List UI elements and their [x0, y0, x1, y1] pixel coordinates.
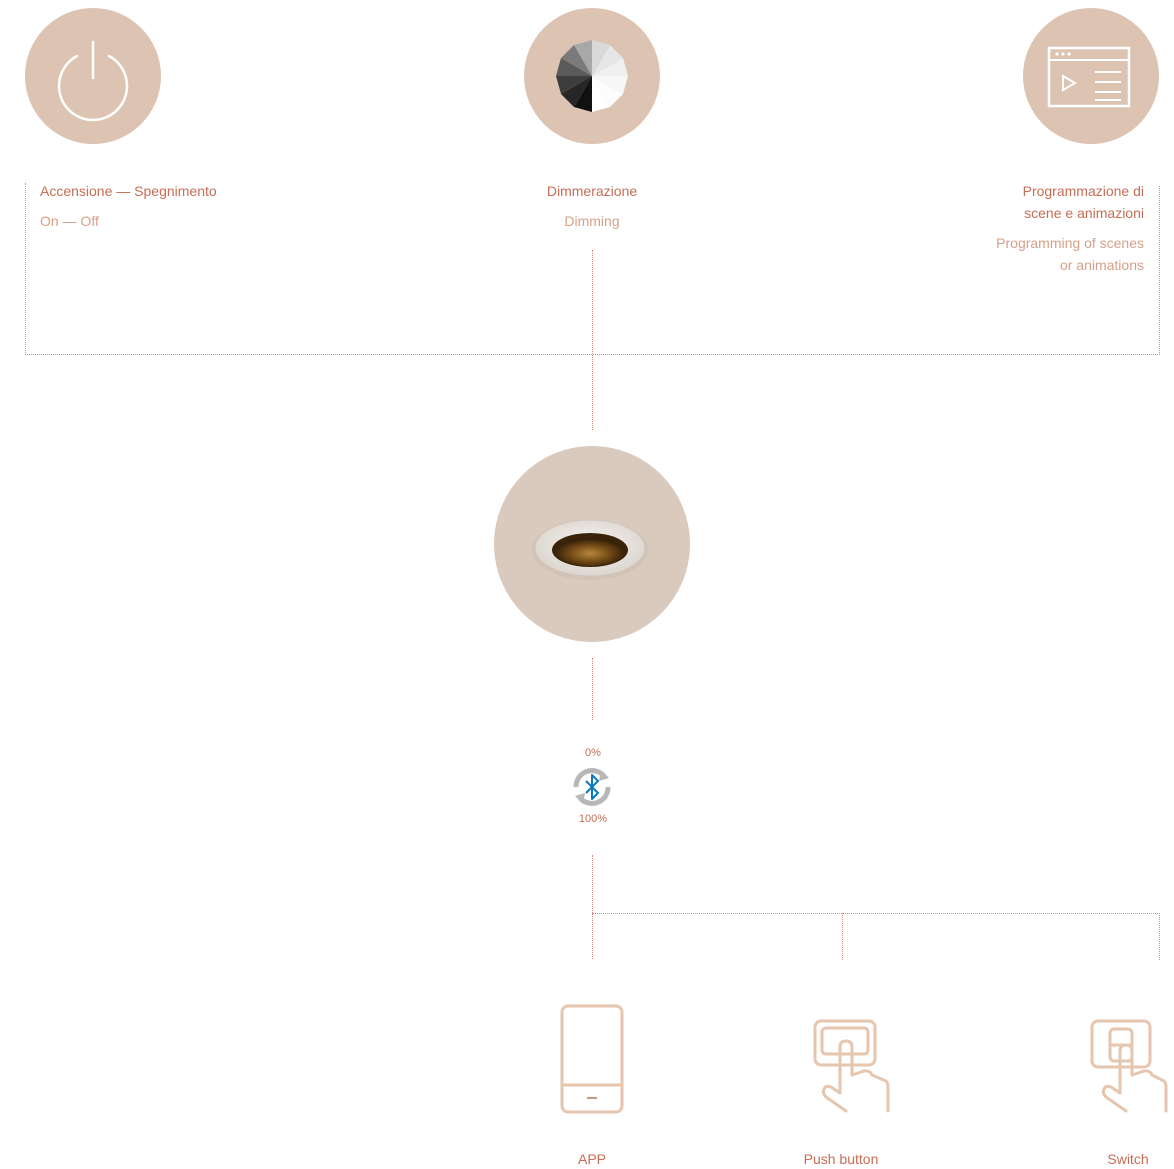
connector-push-button [842, 913, 843, 960]
connector-bluetooth-down [592, 855, 593, 959]
app-label: APP [577, 1151, 606, 1167]
function-programming: Programmazione di scene e animazioni Pro… [844, 180, 1144, 276]
on-off-title: Accensione — Spegnimento [40, 183, 217, 199]
on-off-subtitle: On — Off [40, 213, 99, 229]
dimming-subtitle: Dimming [564, 213, 620, 229]
connector-switch [1159, 913, 1160, 960]
programming-title-line-2: scene e animazioni [1024, 205, 1144, 221]
connector-right-vertical [1159, 186, 1160, 355]
programming-subtitle-line-2: or animations [1059, 257, 1144, 273]
product-circle [494, 446, 690, 642]
function-dimming: Dimmerazione Dimming [442, 180, 742, 232]
switch-icon [1090, 1019, 1168, 1113]
programming-circle [1023, 8, 1159, 144]
bluetooth-top-label: 0% [585, 747, 601, 759]
connector-bottom-horizontal [592, 913, 1160, 914]
power-icon [57, 40, 129, 122]
browser-play-icon [1047, 46, 1131, 108]
bluetooth-bottom-label: 100% [578, 813, 608, 825]
push-button-icon [813, 1019, 890, 1113]
connector-left-vertical [25, 183, 26, 355]
connector-product-to-bluetooth [592, 658, 593, 720]
function-on-off: Accensione — Spegnimento On — Off [40, 180, 340, 232]
connector-center-vertical [592, 250, 593, 430]
push-button-label: Push button [803, 1151, 879, 1167]
dimming-title: Dimmerazione [546, 183, 638, 199]
programming-subtitle-line-1: Programming of scenes [996, 235, 1144, 251]
bluetooth-icon [573, 768, 611, 806]
connector-top-horizontal [25, 354, 1160, 355]
switch-label: Switch [1107, 1151, 1149, 1167]
dimming-wheel-icon [556, 40, 628, 112]
power-circle [25, 8, 161, 144]
downlight-product [532, 519, 648, 580]
programming-title-line-1: Programmazione di [1022, 183, 1144, 199]
dimming-circle [524, 8, 660, 144]
smartphone-icon [560, 1004, 624, 1114]
